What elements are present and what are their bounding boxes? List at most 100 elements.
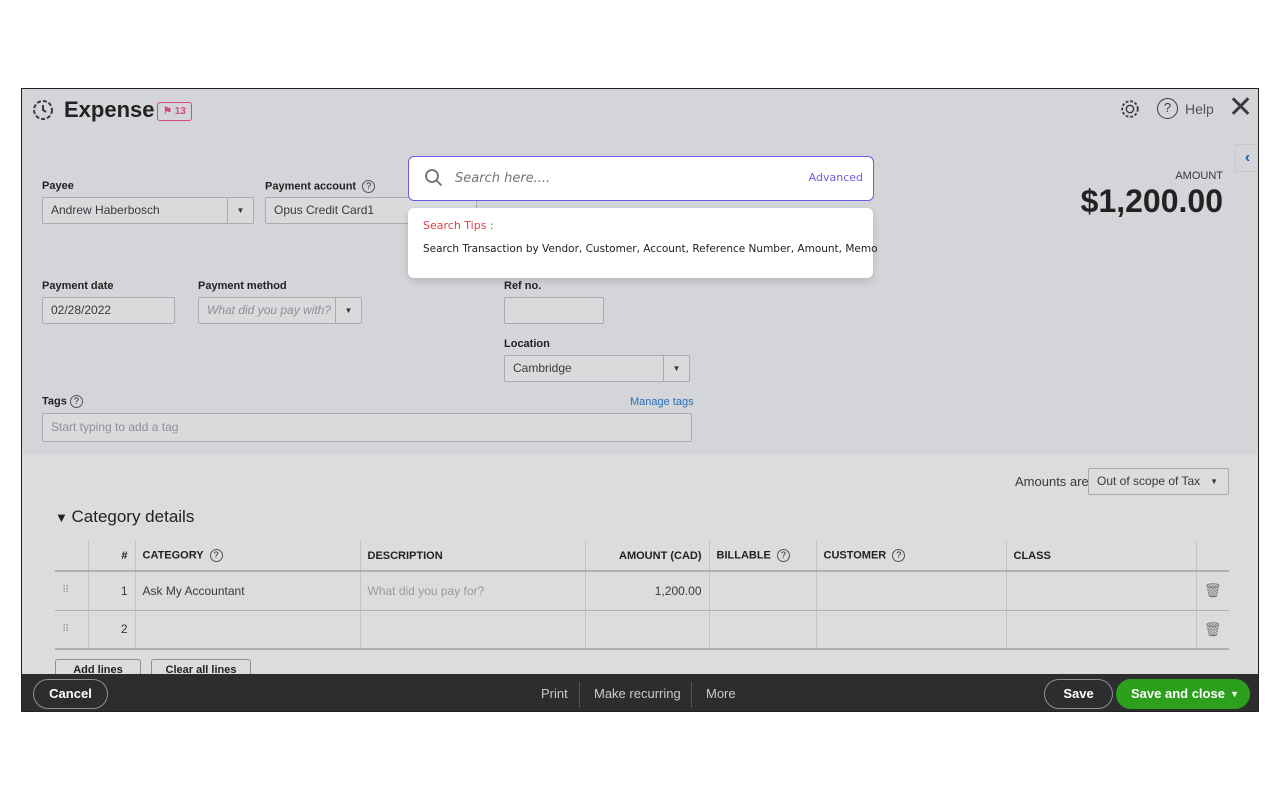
category-cell[interactable] [134, 610, 360, 650]
location-value: Cambridge [513, 361, 572, 375]
ref-no-input[interactable] [504, 297, 604, 324]
manage-tags-link[interactable]: Manage tags [630, 396, 694, 408]
table-row[interactable]: ⠿ 1 Ask My Accountant What did you pay f… [55, 571, 1229, 611]
save-and-close-button[interactable]: Save and close ▼ [1116, 679, 1250, 709]
payment-date-label: Payment date [42, 280, 114, 292]
description-cell[interactable] [359, 610, 585, 650]
payment-date-input[interactable]: 02/28/2022 [42, 297, 175, 324]
column-customer: CUSTOMER? [815, 541, 1006, 572]
payment-method-label: Payment method [198, 280, 287, 292]
collapse-panel-chevron-icon[interactable]: ‹ [1235, 144, 1258, 172]
row-number: 2 [87, 610, 135, 650]
amounts-are-label: Amounts are [1015, 474, 1089, 489]
amount-cell[interactable]: 1,200.00 [584, 571, 709, 611]
chevron-down-icon[interactable]: ▼ [663, 356, 689, 381]
triangle-down-icon: ▼ [55, 510, 72, 525]
amount-total: $1,200.00 [1080, 183, 1223, 219]
column-amount: AMOUNT (CAD) [584, 541, 709, 572]
search-tips-title: Search Tips : [423, 219, 494, 232]
column-category-label: CATEGORY [142, 549, 204, 562]
column-billable: BILLABLE? [708, 541, 816, 572]
column-customer-label: CUSTOMER [823, 549, 887, 562]
column-number: # [87, 541, 135, 572]
amount-label: AMOUNT [1175, 170, 1223, 182]
customer-cell[interactable] [815, 610, 1006, 650]
help-link[interactable]: Help [1185, 101, 1214, 117]
payment-method-placeholder: What did you pay with? [207, 303, 332, 317]
ref-no-label: Ref no. [504, 280, 542, 292]
delete-column [1195, 541, 1229, 572]
cancel-button[interactable]: Cancel [33, 679, 108, 709]
search-tips-panel: Search Tips : Search Transaction by Vend… [408, 208, 878, 278]
tags-label: Tags? [42, 395, 83, 408]
help-circle-icon[interactable]: ? [362, 180, 376, 193]
billable-cell[interactable] [708, 610, 816, 650]
description-cell[interactable]: What did you pay for? [359, 571, 585, 611]
search-icon [425, 169, 443, 187]
chevron-down-icon[interactable]: ▼ [1230, 680, 1239, 708]
trash-icon[interactable]: 🗑 [1195, 610, 1229, 650]
search-tips-text: Search Transaction by Vendor, Customer, … [423, 243, 878, 255]
drag-column [55, 541, 88, 572]
payee-select[interactable]: Andrew Haberbosch ▼ [42, 197, 254, 224]
payment-account-label-text: Payment account [265, 180, 357, 193]
help-icon[interactable]: ? [1157, 98, 1178, 119]
make-recurring-link[interactable]: Make recurring [594, 686, 681, 701]
gear-icon[interactable] [1119, 98, 1141, 120]
help-circle-icon[interactable]: ? [69, 395, 83, 408]
category-cell[interactable]: Ask My Accountant [134, 571, 360, 611]
save-button[interactable]: Save [1044, 679, 1113, 709]
chevron-down-icon[interactable]: ▼ [335, 298, 361, 323]
tags-input[interactable]: Start typing to add a tag [42, 413, 692, 442]
payment-account-value: Opus Credit Card1 [274, 203, 375, 217]
tags-placeholder: Start typing to add a tag [51, 420, 179, 434]
payee-label: Payee [42, 180, 74, 192]
amounts-are-value: Out of scope of Tax [1097, 474, 1201, 488]
amount-cell[interactable] [584, 610, 709, 650]
drag-handle-icon[interactable]: ⠿ [55, 571, 88, 611]
table-header-row: # CATEGORY? DESCRIPTION AMOUNT (CAD) BIL… [55, 541, 1229, 572]
payment-account-label: Payment account? [265, 180, 376, 193]
column-description: DESCRIPTION [359, 541, 585, 572]
location-label: Location [504, 338, 550, 350]
category-section: Amounts are Out of scope of Tax ▼ ▼ Categ… [22, 455, 1258, 683]
column-category: CATEGORY? [134, 541, 360, 572]
expense-window: Expense ⚑ 13 ? Help ✕ ‹ AMOUNT $1,200.00… [21, 88, 1259, 712]
search-box[interactable]: Advanced [408, 156, 874, 201]
category-table: # CATEGORY? DESCRIPTION AMOUNT (CAD) BIL… [55, 541, 1229, 650]
table-row[interactable]: ⠿ 2 🗑 [55, 610, 1229, 650]
close-icon[interactable]: ✕ [1228, 91, 1253, 125]
customer-cell[interactable] [815, 571, 1006, 611]
category-details-toggle[interactable]: ▼ Category details [55, 507, 194, 527]
advanced-search-link[interactable]: Advanced [809, 171, 863, 184]
flag-icon: ⚑ [163, 106, 175, 117]
save-and-close-label: Save and close [1131, 686, 1225, 701]
class-cell[interactable] [1005, 610, 1196, 650]
help-circle-icon[interactable]: ? [776, 549, 790, 562]
chevron-down-icon[interactable]: ▼ [1210, 469, 1218, 494]
search-input[interactable] [455, 167, 755, 189]
category-details-title: Category details [71, 507, 195, 526]
help-circle-icon[interactable]: ? [892, 549, 906, 562]
billable-cell[interactable] [708, 571, 816, 611]
trash-icon[interactable]: 🗑 [1195, 571, 1229, 611]
page-title: Expense [64, 97, 155, 122]
more-link[interactable]: More [706, 686, 736, 701]
divider [691, 682, 692, 708]
recent-transactions-icon[interactable] [31, 98, 55, 122]
help-circle-icon[interactable]: ? [209, 549, 223, 562]
amounts-are-select[interactable]: Out of scope of Tax ▼ [1088, 468, 1229, 495]
chevron-down-icon[interactable]: ▼ [227, 198, 253, 223]
flag-badge[interactable]: ⚑ 13 [157, 102, 192, 121]
class-cell[interactable] [1005, 571, 1196, 611]
payment-method-select[interactable]: What did you pay with? ▼ [198, 297, 362, 324]
tags-label-text: Tags [42, 395, 67, 408]
divider [579, 682, 580, 708]
print-link[interactable]: Print [541, 686, 568, 701]
column-class: CLASS [1005, 541, 1196, 572]
column-billable-label: BILLABLE [716, 549, 771, 562]
row-number: 1 [87, 571, 135, 611]
footer-bar: Cancel Print Make recurring More Save Sa… [22, 674, 1258, 711]
location-select[interactable]: Cambridge ▼ [504, 355, 690, 382]
drag-handle-icon[interactable]: ⠿ [55, 610, 88, 650]
